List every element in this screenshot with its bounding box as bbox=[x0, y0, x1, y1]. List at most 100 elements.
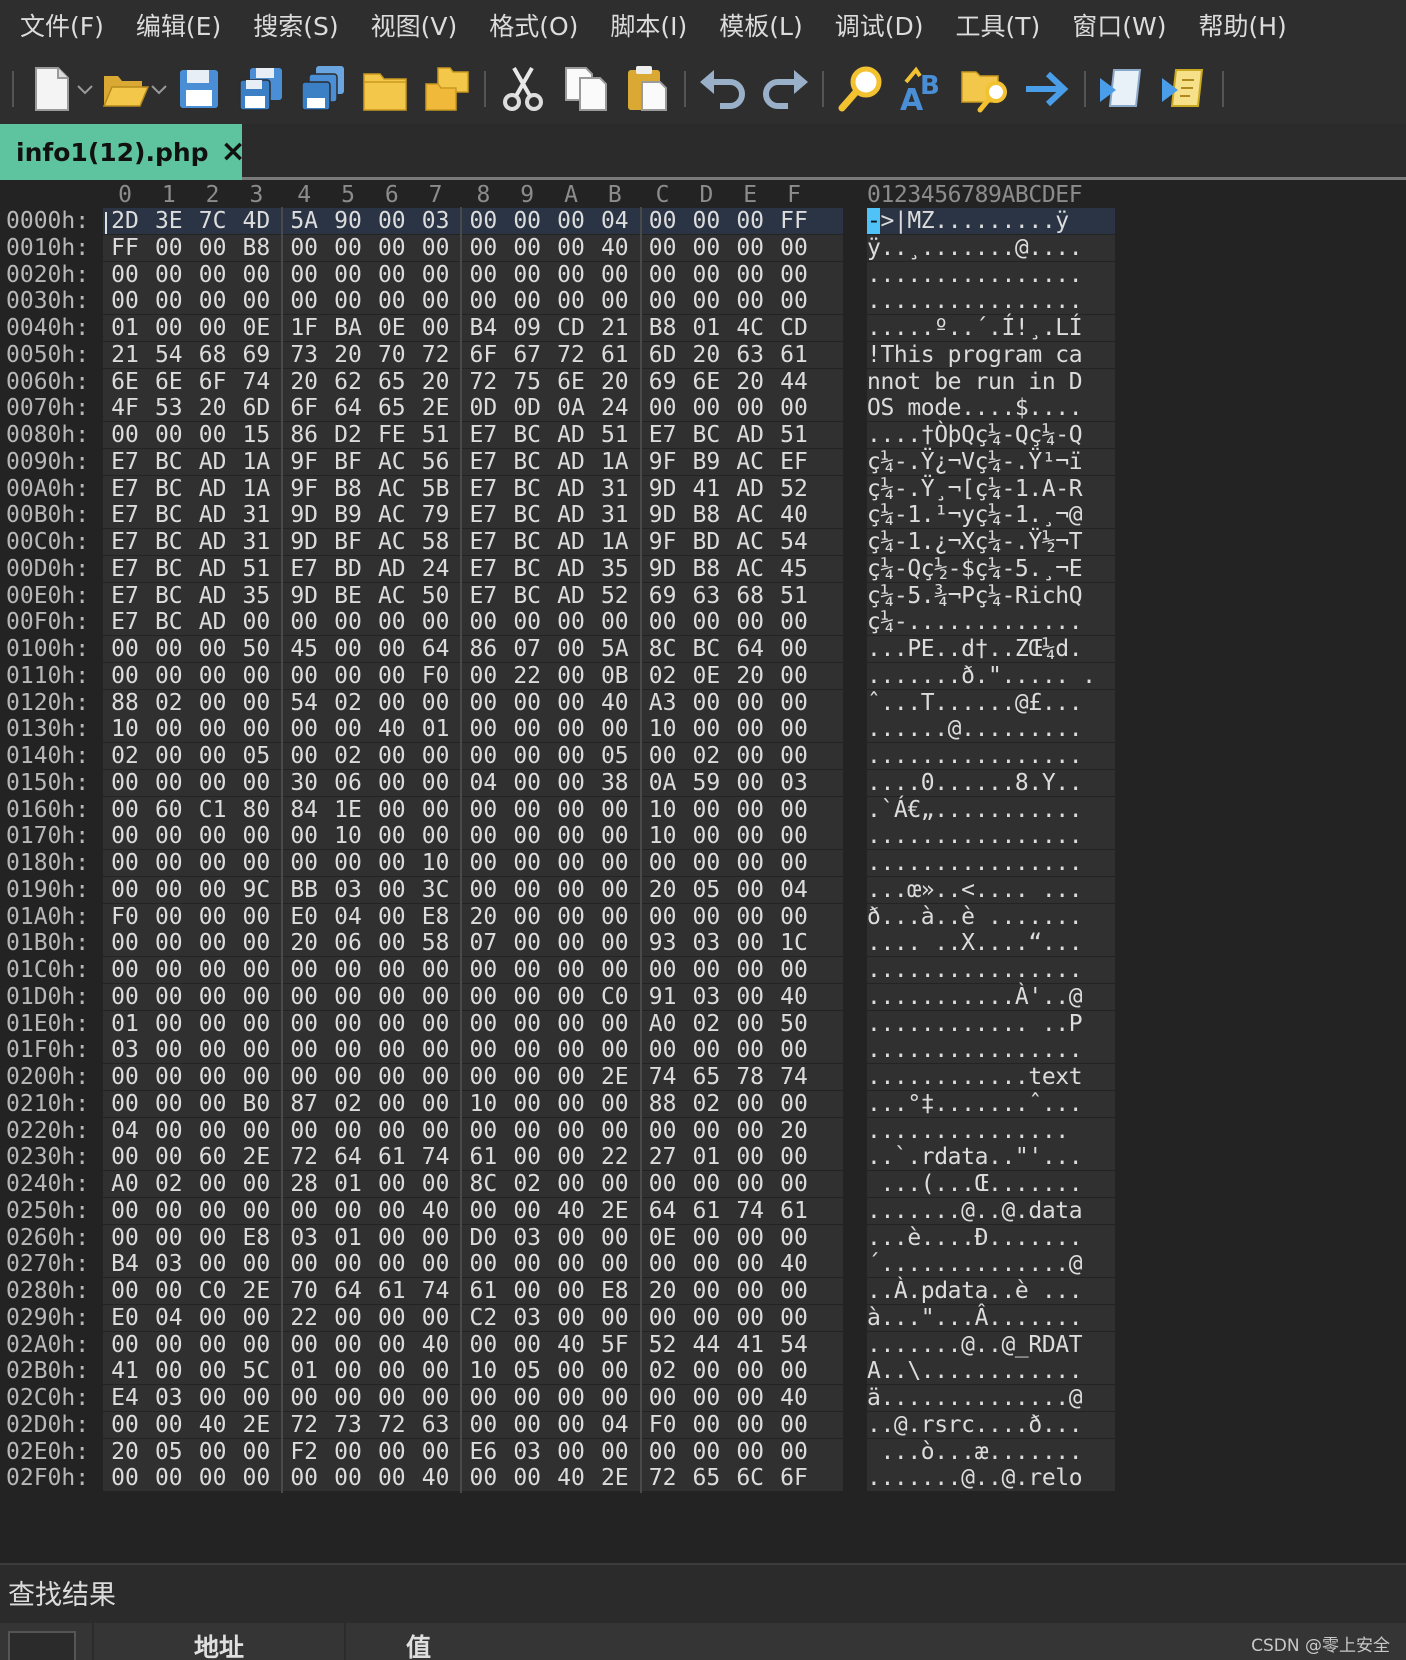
hex-byte[interactable]: 00 bbox=[104, 662, 146, 690]
hex-byte[interactable]: 45 bbox=[773, 555, 815, 583]
hex-byte[interactable]: B8 bbox=[685, 501, 727, 529]
hex-byte[interactable]: 00 bbox=[642, 849, 684, 877]
hex-byte[interactable]: BB bbox=[283, 876, 325, 904]
run-template-button[interactable] bbox=[1154, 58, 1216, 120]
hex-byte[interactable]: 00 bbox=[729, 689, 771, 717]
hex-byte[interactable]: 00 bbox=[235, 1304, 277, 1332]
hex-byte[interactable]: 35 bbox=[235, 582, 277, 610]
paste-button[interactable] bbox=[616, 58, 678, 120]
hex-byte[interactable]: 00 bbox=[148, 1143, 190, 1171]
hex-byte[interactable]: 90 bbox=[327, 207, 369, 235]
hex-byte[interactable]: B8 bbox=[235, 234, 277, 262]
hex-byte[interactable]: 10 bbox=[642, 822, 684, 850]
hex-byte[interactable]: 00 bbox=[773, 903, 815, 931]
hex-byte[interactable]: 00 bbox=[148, 1411, 190, 1439]
hex-byte[interactable]: 00 bbox=[506, 1063, 548, 1091]
hex-byte[interactable]: 64 bbox=[642, 1197, 684, 1225]
hex-byte[interactable]: E7 bbox=[104, 582, 146, 610]
hex-byte[interactable]: 64 bbox=[729, 635, 771, 663]
hex-byte[interactable]: 02 bbox=[148, 1170, 190, 1198]
hex-byte[interactable]: 00 bbox=[235, 662, 277, 690]
hex-byte[interactable]: 00 bbox=[235, 1384, 277, 1412]
hex-byte[interactable]: 00 bbox=[235, 956, 277, 984]
hex-byte[interactable]: 00 bbox=[283, 983, 325, 1011]
hex-byte[interactable]: 00 bbox=[462, 796, 504, 824]
hex-byte[interactable]: 00 bbox=[415, 1170, 457, 1198]
hex-byte[interactable]: 00 bbox=[104, 1277, 146, 1305]
hex-byte[interactable]: 44 bbox=[685, 1331, 727, 1359]
hex-byte[interactable]: 00 bbox=[415, 1063, 457, 1091]
hex-byte[interactable]: 00 bbox=[594, 956, 636, 984]
hex-byte[interactable]: 52 bbox=[594, 582, 636, 610]
hex-byte[interactable]: 00 bbox=[506, 1331, 548, 1359]
hex-byte[interactable]: 2E bbox=[235, 1143, 277, 1171]
hex-byte[interactable]: F0 bbox=[104, 903, 146, 931]
hex-byte[interactable]: AC bbox=[371, 475, 413, 503]
hex-byte[interactable]: 00 bbox=[371, 662, 413, 690]
hex-byte[interactable]: 9D bbox=[283, 582, 325, 610]
hex-byte[interactable]: E7 bbox=[104, 555, 146, 583]
hex-byte[interactable]: 41 bbox=[729, 1331, 771, 1359]
column-header-value[interactable]: 值 bbox=[344, 1623, 744, 1660]
hex-byte[interactable]: 00 bbox=[235, 261, 277, 289]
hex-byte[interactable]: 00 bbox=[371, 608, 413, 636]
hex-byte[interactable]: 00 bbox=[685, 956, 727, 984]
hex-byte[interactable]: 54 bbox=[283, 689, 325, 717]
hex-byte[interactable]: 00 bbox=[729, 742, 771, 770]
hex-byte[interactable]: 00 bbox=[148, 769, 190, 797]
hex-byte[interactable]: 00 bbox=[594, 1224, 636, 1252]
hex-byte[interactable]: 00 bbox=[729, 876, 771, 904]
hex-byte[interactable]: 05 bbox=[506, 1357, 548, 1385]
hex-byte[interactable]: 74 bbox=[235, 368, 277, 396]
hex-byte[interactable]: 00 bbox=[192, 1010, 234, 1038]
hex-byte[interactable]: BA bbox=[327, 314, 369, 342]
hex-byte[interactable]: 40 bbox=[415, 1197, 457, 1225]
hex-byte[interactable]: 00 bbox=[415, 1224, 457, 1252]
hex-byte[interactable]: 00 bbox=[415, 956, 457, 984]
hex-byte[interactable]: 00 bbox=[415, 1117, 457, 1145]
hex-byte[interactable]: 00 bbox=[550, 796, 592, 824]
hex-byte[interactable]: 00 bbox=[506, 1010, 548, 1038]
hex-byte[interactable]: 00 bbox=[550, 876, 592, 904]
hex-byte[interactable]: 00 bbox=[415, 1438, 457, 1466]
hex-byte[interactable]: D0 bbox=[462, 1224, 504, 1252]
hex-byte[interactable]: 10 bbox=[642, 715, 684, 743]
ascii-text[interactable]: ð...à..è ....... bbox=[867, 903, 1083, 931]
hex-byte[interactable]: 00 bbox=[506, 903, 548, 931]
hex-byte[interactable]: 00 bbox=[729, 1090, 771, 1118]
hex-byte[interactable]: 0D bbox=[506, 394, 548, 422]
ascii-text[interactable]: ä..............@ bbox=[867, 1384, 1083, 1412]
save-button[interactable] bbox=[168, 58, 230, 120]
ascii-text[interactable]: .......@..@.data bbox=[867, 1197, 1083, 1225]
hex-byte[interactable]: 59 bbox=[685, 769, 727, 797]
hex-byte[interactable]: BC bbox=[148, 528, 190, 556]
hex-byte[interactable]: 00 bbox=[594, 715, 636, 743]
hex-byte[interactable]: 78 bbox=[729, 1063, 771, 1091]
hex-byte[interactable]: B4 bbox=[104, 1250, 146, 1278]
hex-byte[interactable]: BC bbox=[685, 421, 727, 449]
hex-byte[interactable]: BC bbox=[148, 501, 190, 529]
hex-byte[interactable]: 00 bbox=[773, 1090, 815, 1118]
hex-byte[interactable]: E7 bbox=[462, 421, 504, 449]
hex-byte[interactable]: EF bbox=[773, 448, 815, 476]
hex-byte[interactable]: 00 bbox=[327, 956, 369, 984]
hex-byte[interactable]: E7 bbox=[104, 448, 146, 476]
hex-byte[interactable]: 60 bbox=[148, 796, 190, 824]
hex-byte[interactable]: 65 bbox=[685, 1063, 727, 1091]
hex-byte[interactable]: 00 bbox=[371, 1224, 413, 1252]
hex-byte[interactable]: 40 bbox=[550, 1197, 592, 1225]
hex-byte[interactable]: 00 bbox=[415, 1250, 457, 1278]
hex-byte[interactable]: 00 bbox=[148, 983, 190, 1011]
hex-byte[interactable]: 00 bbox=[729, 849, 771, 877]
hex-byte[interactable]: 00 bbox=[327, 261, 369, 289]
hex-byte[interactable]: E6 bbox=[462, 1438, 504, 1466]
hex-byte[interactable]: 00 bbox=[506, 822, 548, 850]
hex-byte[interactable]: 40 bbox=[773, 983, 815, 1011]
hex-byte[interactable]: 00 bbox=[642, 608, 684, 636]
hex-byte[interactable]: 50 bbox=[773, 1010, 815, 1038]
hex-byte[interactable]: BC bbox=[148, 555, 190, 583]
menu-item[interactable]: 搜索(S) bbox=[241, 0, 358, 54]
hex-byte[interactable]: BC bbox=[148, 608, 190, 636]
hex-byte[interactable]: 00 bbox=[729, 956, 771, 984]
hex-byte[interactable]: 6C bbox=[729, 1464, 771, 1492]
